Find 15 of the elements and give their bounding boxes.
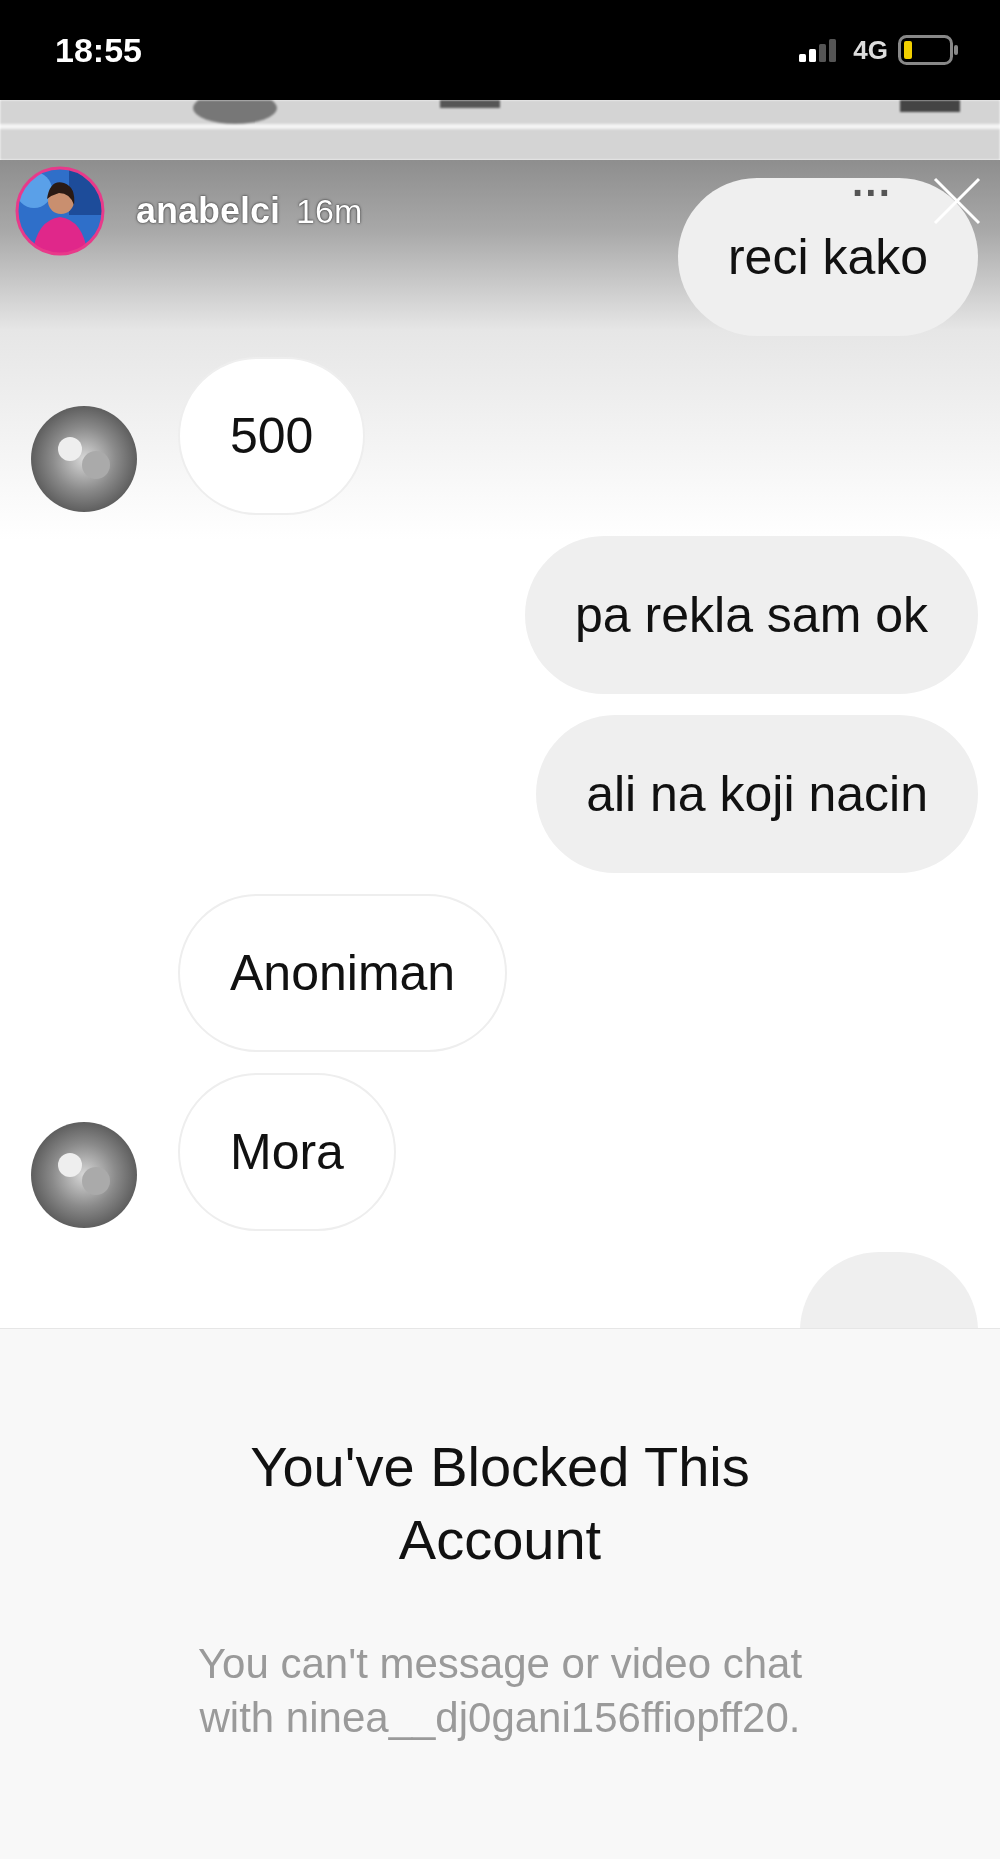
more-button[interactable]: ···	[852, 171, 892, 216]
avatar[interactable]	[30, 1121, 138, 1229]
message-bubble: Anoniman	[178, 894, 508, 1052]
message-bubble: 500	[178, 357, 366, 515]
blocked-title: You've Blocked This Account	[249, 1434, 751, 1573]
close-icon[interactable]	[932, 176, 982, 226]
message-bubble: pa rekla sam ok	[525, 536, 978, 694]
status-time: 18:55	[55, 30, 142, 70]
blocked-message: You can't message or video chat with ninea__dj0gani156ffiopff20.	[196, 1638, 804, 1744]
battery-icon	[898, 35, 960, 65]
message-bubble: ali na koji nacin	[536, 715, 978, 873]
story-time: 16m	[296, 191, 363, 231]
avatar[interactable]	[30, 405, 138, 513]
message-bubble: Mora	[178, 1073, 396, 1231]
network-type: 4G	[853, 34, 888, 66]
